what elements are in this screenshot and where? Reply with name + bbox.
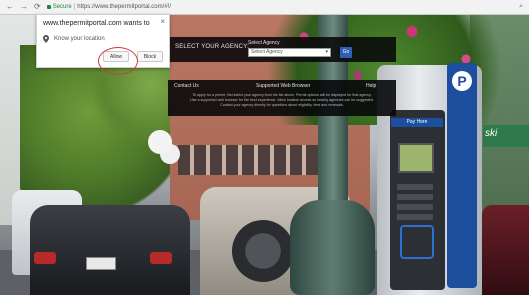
contact-us-link[interactable]: Contact Us (174, 83, 199, 89)
close-icon[interactable]: × (160, 18, 165, 26)
select-field-label: Select Agency (248, 40, 280, 46)
agency-selector-bar: SELECT YOUR AGENCY: Select Agency Select… (168, 37, 396, 62)
meter-keypad (397, 180, 433, 220)
forward-arrow-icon[interactable]: → (20, 3, 28, 11)
allow-highlight-circle (98, 47, 138, 75)
select-agency-label: SELECT YOUR AGENCY: (175, 44, 249, 50)
storefront-windows (178, 145, 328, 175)
meter-screen (398, 143, 434, 173)
meter-label: Pay Here (391, 118, 443, 127)
street-lamp-globes (148, 130, 172, 154)
reload-icon[interactable]: ⟳ (34, 3, 41, 11)
parking-p-icon: P (452, 71, 472, 91)
address-bar[interactable]: Secure | https://www.thepermitportal.com… (46, 2, 511, 13)
license-plate (86, 257, 116, 270)
meter-card-slot (400, 225, 434, 259)
info-body-text: To apply for a permit, first select your… (184, 93, 380, 108)
help-link[interactable]: Help (366, 83, 376, 89)
permission-title: www.thepermitportal.com wants to (43, 20, 150, 27)
awning-text: ski (485, 128, 498, 139)
black-car-taillight-left (34, 252, 56, 264)
black-car-taillight-right (150, 252, 172, 264)
permission-row: Know your location (43, 35, 105, 43)
lock-icon (46, 5, 51, 9)
back-arrow-icon[interactable]: ← (6, 3, 14, 11)
go-button[interactable]: Go (340, 47, 352, 58)
secure-label: Secure (52, 4, 72, 10)
info-body-line: Contact your agency directly for questio… (220, 103, 344, 107)
agency-select-value: Select Agency (251, 49, 283, 55)
black-car (30, 205, 190, 295)
magnifier-icon[interactable]: ⌕ (519, 3, 523, 11)
location-pin-icon (43, 35, 49, 43)
supported-browser-link[interactable]: Supported Web Browser (256, 83, 310, 89)
block-button[interactable]: Block (137, 51, 163, 62)
permission-text: Know your location (54, 36, 105, 42)
info-bar: Contact Us Supported Web Browser Help To… (168, 80, 396, 116)
url-text[interactable]: https://www.thepermitportal.com/#!/ (77, 4, 171, 10)
lamppost-base (290, 200, 375, 295)
chevron-down-icon: ▾ (325, 49, 328, 55)
meter-sign-bar (447, 63, 477, 288)
agency-select[interactable]: Select Agency ▾ (248, 48, 331, 57)
url-separator: | (73, 4, 76, 10)
browser-toolbar: ← → ⟳ Secure | https://www.thepermitport… (0, 0, 529, 15)
spare-tire (232, 220, 294, 282)
red-car (482, 205, 529, 295)
